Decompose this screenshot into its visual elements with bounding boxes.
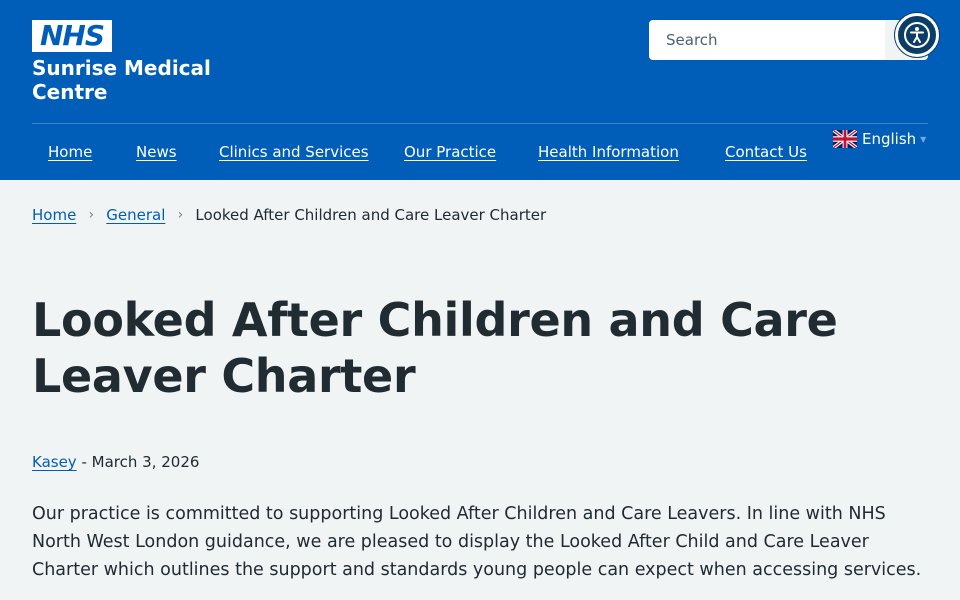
breadcrumb: Home › General › Looked After Children a… — [32, 204, 546, 226]
nav-item-home[interactable]: Home — [48, 143, 92, 161]
language-selector[interactable]: English ▼ — [833, 129, 926, 149]
nav-item-clinics-and-services[interactable]: Clinics and Services — [219, 143, 369, 161]
caret-down-icon: ▼ — [920, 134, 927, 144]
breadcrumb-current: Looked After Children and Care Leaver Ch… — [195, 206, 547, 224]
nav-item-news[interactable]: News — [136, 143, 177, 161]
breadcrumb-item-general[interactable]: General — [106, 206, 165, 224]
page-title: Looked After Children and Care Leaver Ch… — [32, 293, 838, 403]
chevron-right-icon: › — [177, 207, 184, 223]
search-input[interactable] — [649, 20, 885, 60]
article-meta: Kasey - March 3, 2026 — [32, 453, 199, 475]
site-header: NHS Sunrise Medical Centre Home News Cli… — [0, 0, 960, 180]
nhs-logo-text: NHS — [39, 19, 105, 52]
article-date: March 3, 2026 — [91, 453, 200, 471]
accessibility-button[interactable] — [895, 13, 939, 57]
article-intro: Our practice is committed to supporting … — [32, 504, 922, 580]
breadcrumb-item-home[interactable]: Home — [32, 206, 76, 224]
nav-item-health-information[interactable]: Health Information — [538, 143, 679, 161]
author-link[interactable]: Kasey — [32, 453, 77, 471]
nav-item-our-practice[interactable]: Our Practice — [404, 143, 496, 161]
search-box — [649, 20, 928, 60]
chevron-right-icon: › — [88, 207, 95, 223]
uk-flag-icon — [833, 130, 857, 148]
date-separator-text: - — [81, 453, 92, 471]
language-label: English — [862, 130, 917, 148]
nav-item-contact-us[interactable]: Contact Us — [725, 143, 807, 161]
nhs-logo[interactable]: NHS — [32, 20, 112, 52]
organisation-name[interactable]: Sunrise Medical Centre — [32, 56, 222, 104]
main-navigation: Home News Clinics and Services Our Pract… — [32, 124, 928, 180]
accessibility-icon — [904, 22, 930, 48]
